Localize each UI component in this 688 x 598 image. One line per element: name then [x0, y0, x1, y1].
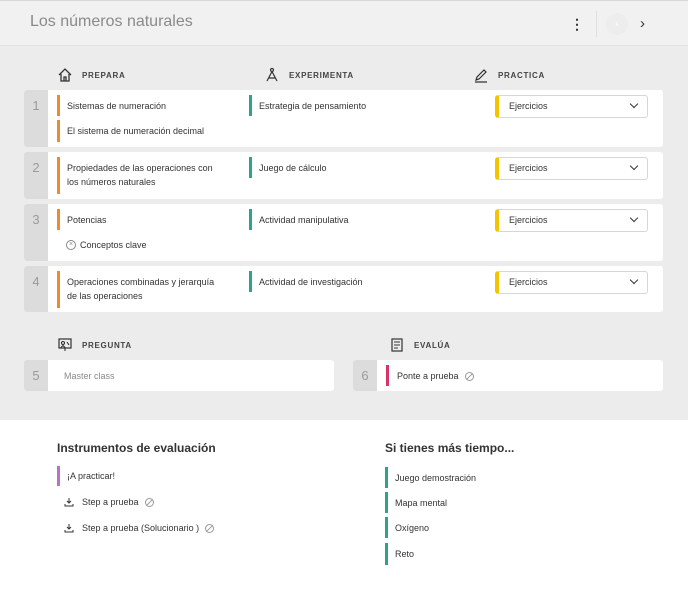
column-header-practica: PRACTICA	[473, 66, 545, 84]
column-header-experimenta: EXPERIMENTA	[264, 66, 354, 84]
session-row-3: 3 Potencias × Conceptos clave Actividad …	[24, 204, 663, 261]
previous-button[interactable]: ‹	[606, 13, 628, 35]
kebab-menu-icon[interactable]: ⋮	[570, 14, 584, 34]
prepara-item[interactable]: Sistemas de numeración	[67, 99, 166, 113]
download-icon	[64, 498, 74, 507]
row-number: 5	[24, 360, 48, 391]
session-row-4: 4 Operaciones combinadas y jerarquía de …	[24, 266, 663, 312]
session-row-6: 6 Ponte a prueba	[353, 360, 663, 391]
blocked-icon	[144, 498, 154, 508]
chevron-down-icon	[629, 275, 639, 285]
practicar-link[interactable]: ¡A practicar!	[67, 469, 115, 483]
mas-tiempo-marker	[385, 467, 388, 488]
evalua-marker	[386, 365, 389, 386]
download-icon	[64, 524, 74, 533]
select-label: Ejercicios	[509, 215, 548, 225]
concept-item[interactable]: Conceptos clave	[80, 238, 147, 252]
column-label: PRACTICA	[498, 70, 545, 80]
practica-select[interactable]: Ejercicios	[495, 95, 648, 118]
evalua-label: Ponte a prueba	[397, 371, 459, 381]
evalua-item[interactable]: Ponte a prueba	[397, 369, 474, 383]
prepara-item[interactable]: Operaciones combinadas y jerarquía de la…	[67, 275, 217, 303]
prepara-marker	[57, 157, 60, 194]
select-label: Ejercicios	[509, 163, 548, 173]
column-header-pregunta: PREGUNTA	[57, 336, 132, 354]
mas-tiempo-title: Si tienes más tiempo...	[385, 441, 515, 455]
session-row-5: 5 Master class	[24, 360, 334, 391]
mas-tiempo-item[interactable]: Mapa mental	[395, 496, 447, 510]
practica-select[interactable]: Ejercicios	[495, 209, 648, 232]
step-prueba-label: Step a prueba	[82, 497, 139, 507]
chevron-right-icon[interactable]: ›	[640, 13, 654, 35]
practica-select[interactable]: Ejercicios	[495, 271, 648, 294]
session-row-2: 2 Propiedades de las operaciones con los…	[24, 152, 663, 199]
row-number: 2	[24, 152, 48, 199]
experimenta-marker	[249, 95, 252, 116]
experimenta-item[interactable]: Juego de cálculo	[259, 161, 327, 175]
step-prueba-solucionario-label: Step a prueba (Solucionario )	[82, 523, 200, 533]
session-row-1: 1 Sistemas de numeración El sistema de n…	[24, 90, 663, 147]
close-circle-icon: ×	[66, 240, 76, 250]
chevron-down-icon	[629, 99, 639, 109]
blocked-icon	[464, 372, 474, 382]
prepara-marker	[57, 271, 60, 308]
presentation-icon	[58, 338, 72, 351]
home-icon	[58, 68, 72, 82]
mas-tiempo-marker	[385, 543, 388, 565]
prepara-marker	[57, 95, 60, 116]
mas-tiempo-item[interactable]: Reto	[395, 547, 414, 561]
step-prueba-solucionario-link[interactable]: Step a prueba (Solucionario )	[82, 521, 215, 535]
blocked-icon	[205, 524, 215, 534]
compass-icon	[266, 67, 278, 82]
chevron-down-icon	[629, 213, 639, 223]
prepara-item[interactable]: Potencias	[67, 213, 107, 227]
prepara-item[interactable]: El sistema de numeración decimal	[67, 124, 204, 138]
divider	[596, 11, 597, 37]
practica-select[interactable]: Ejercicios	[495, 157, 648, 180]
column-header-prepara: PREPARA	[57, 66, 125, 84]
column-label: PREPARA	[82, 70, 126, 80]
instrumentos-title: Instrumentos de evaluación	[57, 441, 216, 455]
top-bar: Los números naturales ⋮ ‹ ›	[0, 0, 688, 46]
mas-tiempo-item[interactable]: Juego demostración	[395, 471, 476, 485]
step-prueba-link[interactable]: Step a prueba	[82, 495, 154, 509]
mas-tiempo-item[interactable]: Oxígeno	[395, 521, 429, 535]
column-label: EXPERIMENTA	[289, 70, 354, 80]
document-icon	[391, 338, 403, 352]
page-title: Los números naturales	[30, 13, 193, 30]
mas-tiempo-marker	[385, 492, 388, 513]
experimenta-item[interactable]: Estrategia de pensamiento	[259, 99, 366, 113]
practicar-marker	[57, 466, 60, 486]
prepara-marker	[57, 120, 60, 142]
experimenta-marker	[249, 157, 252, 178]
experimenta-marker	[249, 209, 252, 230]
column-label: PREGUNTA	[82, 340, 132, 350]
column-label: EVALÚA	[414, 340, 451, 350]
select-label: Ejercicios	[509, 277, 548, 287]
pencil-icon	[475, 69, 487, 83]
column-header-evalua: EVALÚA	[389, 336, 451, 354]
row-number: 1	[24, 90, 48, 147]
row-number: 6	[353, 360, 377, 391]
experimenta-item[interactable]: Actividad de investigación	[259, 275, 363, 289]
chevron-down-icon	[629, 161, 639, 171]
prepara-item[interactable]: Propiedades de las operaciones con los n…	[67, 161, 217, 189]
experimenta-item[interactable]: Actividad manipulativa	[259, 213, 349, 227]
row-number: 4	[24, 266, 48, 312]
select-label: Ejercicios	[509, 101, 548, 111]
mas-tiempo-marker	[385, 517, 388, 538]
resources-section: Instrumentos de evaluación ¡A practicar!…	[0, 420, 688, 598]
prepara-marker	[57, 209, 60, 230]
row-number: 3	[24, 204, 48, 261]
experimenta-marker	[249, 271, 252, 292]
pregunta-placeholder[interactable]: Master class	[64, 369, 115, 383]
